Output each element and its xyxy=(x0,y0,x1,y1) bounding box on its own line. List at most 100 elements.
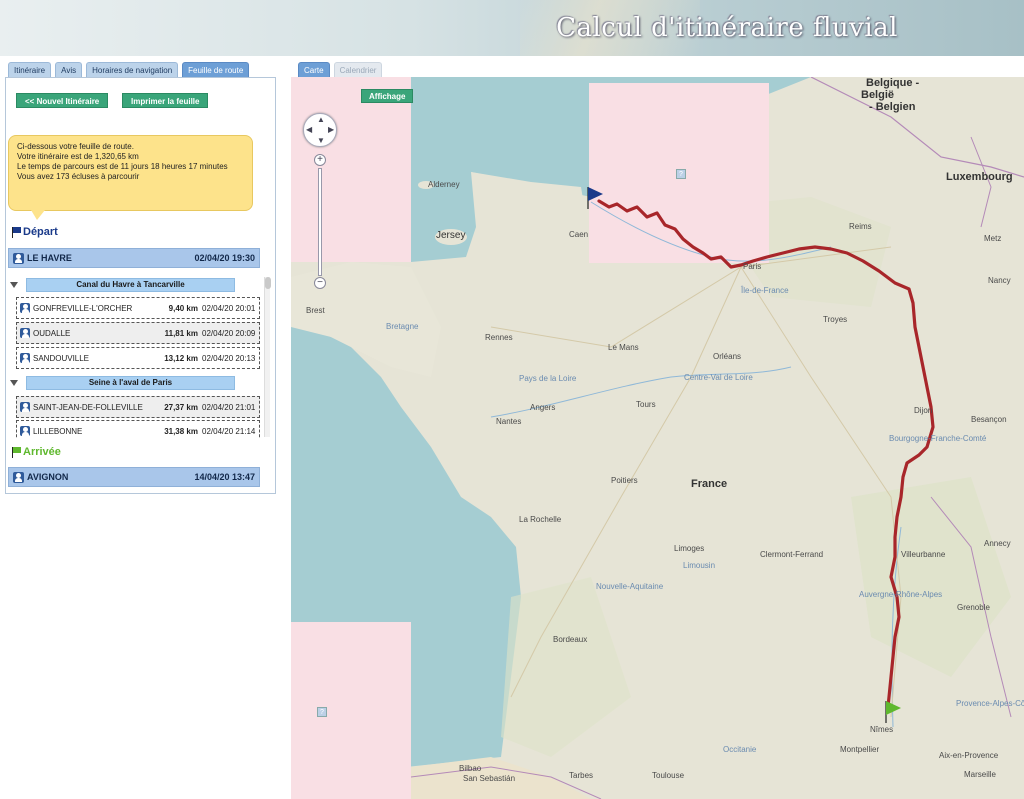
map-pan-control[interactable]: ▲ ▼ ◀ ▶ xyxy=(303,113,337,147)
lock-distance: 27,37 km xyxy=(164,402,198,412)
blue-flag-icon xyxy=(12,226,21,238)
map-label: Marseille xyxy=(964,770,997,779)
map-label: - Belgien xyxy=(869,101,916,113)
tab-avis[interactable]: Avis xyxy=(55,62,83,78)
scroll-thumb[interactable] xyxy=(265,277,271,289)
map-label: Nîmes xyxy=(870,725,894,734)
lock-name: LILLEBONNE xyxy=(33,426,83,436)
lock-datetime: 02/04/20 21:14 xyxy=(202,426,256,436)
departure-place: LE HAVRE xyxy=(27,253,72,263)
lock-keeper-icon xyxy=(13,252,24,264)
departure-datetime: 02/04/20 19:30 xyxy=(194,253,255,263)
zoom-slider-track[interactable] xyxy=(318,168,322,276)
lock-icon xyxy=(20,328,30,338)
map-label: Auvergne-Rhône-Alpes xyxy=(859,590,943,599)
zoom-out-button[interactable]: − xyxy=(314,277,326,289)
pan-right-icon[interactable]: ▶ xyxy=(328,125,334,134)
map-label: Villeurbanne xyxy=(901,550,946,559)
map-label: La Rochelle xyxy=(519,515,562,524)
map-label: Troyes xyxy=(823,315,848,324)
lock-row[interactable]: SANDOUVILLE 13,12 km 02/04/20 20:13 xyxy=(16,347,260,369)
map-label: Montpellier xyxy=(840,745,880,754)
map-label: Luxembourg xyxy=(946,171,1013,183)
segment-list[interactable]: Canal du Havre à Tancarville GONFREVILLE… xyxy=(8,275,272,438)
arrival-bar[interactable]: AVIGNON 14/04/20 13:47 xyxy=(8,467,260,487)
affichage-button[interactable]: Affichage xyxy=(361,89,414,103)
map-label: Occitanie xyxy=(723,745,757,754)
lock-row[interactable]: LILLEBONNE 31,38 km 02/04/20 21:14 xyxy=(16,420,260,438)
pan-down-icon[interactable]: ▼ xyxy=(317,136,325,145)
missing-map-tile xyxy=(291,77,411,262)
lock-icon xyxy=(20,303,30,313)
map-label: Bilbao xyxy=(459,764,482,773)
summary-duration: Le temps de parcours est de 11 jours 18 … xyxy=(17,162,228,171)
map-label: Nantes xyxy=(496,417,522,426)
zoom-control[interactable]: + − xyxy=(314,154,326,290)
map-label: Tarbes xyxy=(569,771,594,780)
map-label: Brest xyxy=(306,306,325,315)
lock-datetime: 02/04/20 20:01 xyxy=(202,303,256,313)
tab-itineraire[interactable]: Itinéraire xyxy=(8,62,52,78)
map-label: Jersey xyxy=(436,230,466,241)
lock-distance: 11,81 km xyxy=(164,328,198,338)
print-sheet-button[interactable]: Imprimer la feuille xyxy=(122,93,209,108)
summary-bubble: Ci-dessous votre feuille de route. Votre… xyxy=(8,135,253,220)
missing-map-tile xyxy=(291,622,411,799)
lock-row[interactable]: GONFREVILLE-L'ORCHER 9,40 km 02/04/20 20… xyxy=(16,297,260,319)
segment-header: Seine à l'aval de Paris xyxy=(26,376,235,390)
left-tab-bar: Itinéraire Avis Horaires de navigation F… xyxy=(8,62,250,78)
green-flag-icon xyxy=(12,446,21,458)
lock-datetime: 02/04/20 20:09 xyxy=(202,328,256,338)
pan-up-icon[interactable]: ▲ xyxy=(317,115,325,124)
map-label: Caen xyxy=(569,230,589,239)
lock-datetime: 02/04/20 20:13 xyxy=(202,353,256,363)
segment-header: Canal du Havre à Tancarville xyxy=(26,278,235,292)
map-label: Bordeaux xyxy=(553,635,588,644)
map-label: Toulouse xyxy=(652,771,685,780)
lock-name: GONFREVILLE-L'ORCHER xyxy=(33,303,133,313)
map-label: Annecy xyxy=(984,539,1011,548)
new-itinerary-button[interactable]: << Nouvel Itinéraire xyxy=(16,93,109,108)
segment-scrollbar[interactable] xyxy=(264,277,271,437)
pan-left-icon[interactable]: ◀ xyxy=(306,125,312,134)
lock-icon xyxy=(20,402,30,412)
arrival-heading: Arrivée xyxy=(12,446,61,458)
map-label: Poitiers xyxy=(611,476,638,485)
missing-tile-icon: ? xyxy=(676,169,686,179)
map-label: Île-de-France xyxy=(741,286,789,295)
route-map[interactable]: ? ? Affichage ▲ ▼ ◀ ▶ + − Belgique - Bel… xyxy=(291,77,1024,799)
map-label: Rennes xyxy=(485,333,513,342)
collapse-triangle-icon[interactable] xyxy=(10,282,18,288)
map-label: San Sebastián xyxy=(463,774,516,783)
summary-distance: Votre itinéraire est de 1,320,65 km xyxy=(17,152,139,161)
arrival-datetime: 14/04/20 13:47 xyxy=(194,472,255,482)
map-label: Centre-Val de Loire xyxy=(684,373,753,382)
lock-keeper-icon xyxy=(13,471,24,483)
map-label: Alderney xyxy=(428,180,460,189)
map-label: Bretagne xyxy=(386,322,419,331)
zoom-in-button[interactable]: + xyxy=(314,154,326,166)
lock-icon xyxy=(20,426,30,436)
map-label: Belgique - xyxy=(866,77,920,89)
collapse-triangle-icon[interactable] xyxy=(10,380,18,386)
app-header: Calcul d'itinéraire fluvial xyxy=(0,0,1024,56)
tab-feuille-de-route[interactable]: Feuille de route xyxy=(182,62,250,78)
tab-horaires[interactable]: Horaires de navigation xyxy=(86,62,179,78)
lock-distance: 31,38 km xyxy=(164,426,198,436)
missing-tile-icon: ? xyxy=(317,707,327,717)
lock-name: SANDOUVILLE xyxy=(33,353,90,363)
map-label: Paris xyxy=(743,262,762,271)
map-label: Provence-Alpes-Côte d'Azur xyxy=(956,699,1024,708)
departure-bar[interactable]: LE HAVRE 02/04/20 19:30 xyxy=(8,248,260,268)
right-tab-bar: Carte Calendrier xyxy=(298,62,383,78)
map-label: Angers xyxy=(530,403,556,412)
map-label: Pays de la Loire xyxy=(519,374,577,383)
lock-row[interactable]: OUDALLE 11,81 km 02/04/20 20:09 xyxy=(16,322,260,344)
lock-row[interactable]: SAINT-JEAN-DE-FOLLEVILLE 27,37 km 02/04/… xyxy=(16,396,260,418)
map-label: Orléans xyxy=(713,352,742,361)
map-label: België xyxy=(861,89,895,101)
tab-carte[interactable]: Carte xyxy=(298,62,330,78)
map-label: Le Mans xyxy=(608,343,639,352)
tab-calendrier[interactable]: Calendrier xyxy=(333,62,383,78)
map-label: Nouvelle-Aquitaine xyxy=(596,582,664,591)
